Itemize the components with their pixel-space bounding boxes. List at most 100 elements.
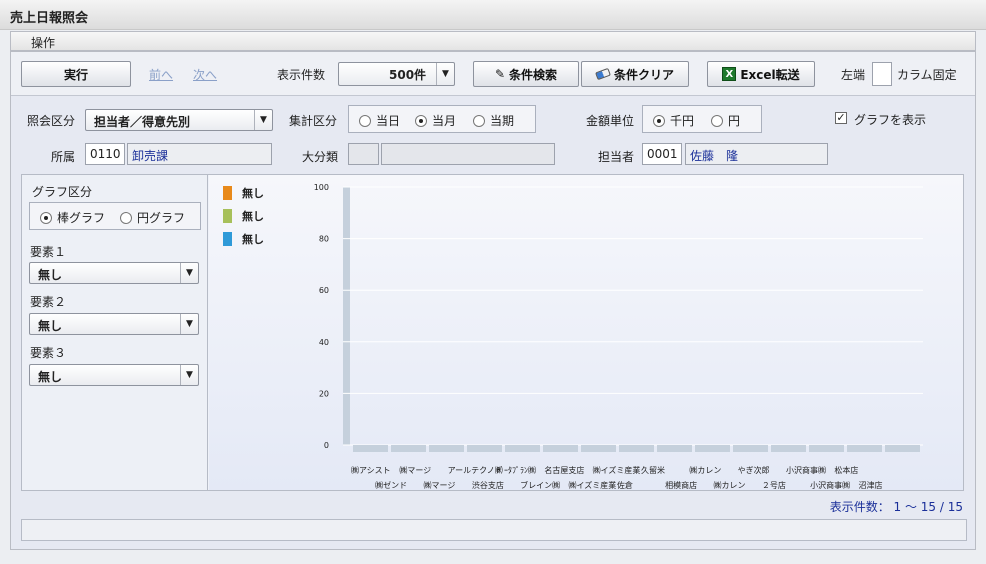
dept-code-field[interactable]: 0110 (85, 143, 125, 165)
pencil-icon: ✎ (494, 67, 506, 81)
chevron-down-icon: ▼ (436, 63, 454, 85)
element3-select[interactable]: 無し ▼ (29, 364, 199, 386)
dept-label: 所属 (51, 150, 76, 164)
amount-unit-option-label: 円 (728, 114, 741, 128)
prev-link[interactable]: 前へ (149, 66, 173, 83)
main-panel: 実行 前へ 次へ 表示件数 500件 ▼ ✎ 条件検索 条件クリア X Exce… (10, 51, 976, 550)
aggregate-label: 集計区分 (289, 114, 338, 128)
run-button-label: 実行 (63, 67, 88, 82)
bar (657, 445, 692, 452)
element1-select[interactable]: 無し ▼ (29, 262, 199, 284)
element1-label: 要素１ (30, 245, 67, 259)
window-title: 売上日報照会 (10, 11, 89, 26)
element2-label: 要素２ (30, 295, 67, 309)
x-tick-label: やぎ次郎 (738, 465, 770, 475)
x-tick-label: 小沢商事㈱ (786, 465, 826, 475)
amount-unit-option-label: 千円 (670, 114, 695, 128)
y-tick-label: 40 (319, 338, 329, 347)
x-tick-label: ㈱カレン (714, 480, 746, 490)
bar (429, 445, 464, 452)
x-tick-label: ㈱マージ (424, 480, 456, 490)
category-code-field[interactable] (348, 143, 379, 165)
aggregate-option-label: 当日 (376, 114, 401, 128)
bar (771, 445, 806, 452)
aggregate-option-label: 当月 (432, 114, 457, 128)
category-name-field (381, 143, 555, 165)
bar-chart: 020406080100㈱アシスト㈱ゼンド㈱マージ㈱マージアールテクノ㈱渋谷支店… (314, 183, 923, 490)
display-count-select[interactable]: 500件 ▼ (338, 62, 455, 86)
left-edge-input[interactable] (872, 62, 892, 86)
y-axis-band (343, 187, 350, 445)
x-tick-label: 渋谷支店 (472, 480, 504, 490)
chevron-down-icon: ▼ (180, 314, 198, 334)
chart-pane: 無し 無し 無し 0 20 40 60 80 100 ㈱アシスト ㈱ゼンド ㈱マージ ㈱マージ アー… (209, 175, 963, 490)
bar (619, 445, 654, 452)
category-label: 大分類 (302, 150, 339, 164)
y-tick-label: 0 (324, 441, 329, 450)
display-count-value: 500件 (389, 68, 427, 82)
x-tick-label: ㈱ゼンド (375, 480, 407, 490)
radio-selected-icon (415, 114, 427, 127)
clear-condition-label: 条件クリア (613, 67, 674, 82)
x-tick-label: ㈱カレン (689, 465, 721, 475)
graph-type-option-bar[interactable]: 棒グラフ (40, 209, 105, 226)
element3-value: 無し (38, 370, 63, 384)
element2-select[interactable]: 無し ▼ (29, 313, 199, 335)
x-tick-label: ㈱マージ (399, 465, 431, 475)
staff-label: 担当者 (598, 150, 635, 164)
graph-type-option-label: 棒グラフ (57, 211, 106, 225)
graph-type-option-label: 円グラフ (137, 211, 186, 225)
show-graph-label: グラフを表示 (854, 113, 927, 127)
aggregate-option-month[interactable]: 当月 (415, 112, 456, 129)
x-tick-label: 松本店 (834, 465, 858, 475)
bar (467, 445, 502, 452)
amount-unit-option-yen[interactable]: 円 (711, 112, 740, 129)
search-condition-button[interactable]: ✎ 条件検索 (473, 61, 579, 87)
amount-unit-label: 金額単位 (586, 114, 635, 128)
x-tick-label: 沼津店 (859, 480, 883, 490)
x-tick-label: ㈱イズミ産業 (593, 465, 641, 475)
radio-selected-icon (653, 114, 665, 127)
x-tick-label: ２号店 (762, 480, 786, 490)
aggregate-option-term[interactable]: 当期 (473, 112, 514, 129)
left-edge-label: 左端 (841, 68, 866, 82)
x-tick-label: ブレイン㈱ (520, 480, 560, 490)
y-tick-label: 80 (319, 235, 329, 244)
radio-icon (473, 114, 485, 127)
run-button[interactable]: 実行 (21, 61, 131, 87)
graph-type-label: グラフ区分 (32, 185, 93, 199)
amount-unit-option-thousand[interactable]: 千円 (653, 112, 694, 129)
graph-type-option-pie[interactable]: 円グラフ (120, 209, 185, 226)
title-bar: 売上日報照会 (0, 0, 986, 30)
chevron-down-icon: ▼ (180, 263, 198, 283)
chevron-down-icon: ▼ (254, 110, 272, 130)
x-tick-label: 名古屋支店 (544, 465, 584, 475)
element3-label: 要素３ (30, 346, 67, 360)
bar (809, 445, 844, 452)
show-graph-checkbox[interactable]: ✓ (835, 112, 847, 124)
inquiry-type-value: 担当者／得意先別 (94, 115, 191, 129)
x-tick-label: ㈱アシスト (351, 465, 391, 475)
y-tick-label: 20 (319, 389, 329, 398)
staff-code-field[interactable]: 0001 (642, 143, 682, 165)
toolbar: 実行 前へ 次へ 表示件数 500件 ▼ ✎ 条件検索 条件クリア X Exce… (11, 52, 975, 96)
bar (695, 445, 730, 452)
menu-operation[interactable]: 操作 (31, 34, 55, 51)
radio-icon (711, 114, 723, 127)
aggregate-radio-group: 当日 当月 当期 (348, 105, 536, 133)
record-count: 表示件数： 1 ～ 15 / 15 (829, 500, 963, 514)
bar (581, 445, 616, 452)
inquiry-type-select[interactable]: 担当者／得意先別 ▼ (85, 109, 273, 131)
column-fix-label: カラム固定 (897, 68, 957, 82)
radio-selected-icon (40, 211, 52, 224)
next-link[interactable]: 次へ (193, 66, 217, 83)
bar (391, 445, 426, 452)
staff-name-field: 佐藤 隆 (685, 143, 828, 165)
excel-export-button[interactable]: X Excel転送 (707, 61, 815, 87)
x-tick-label: 相模商店 (665, 480, 697, 490)
eraser-icon (595, 67, 611, 81)
clear-condition-button[interactable]: 条件クリア (581, 61, 689, 87)
aggregate-option-today[interactable]: 当日 (359, 112, 400, 129)
x-tick-label: 佐倉 (617, 480, 633, 490)
excel-icon: X (722, 67, 737, 81)
